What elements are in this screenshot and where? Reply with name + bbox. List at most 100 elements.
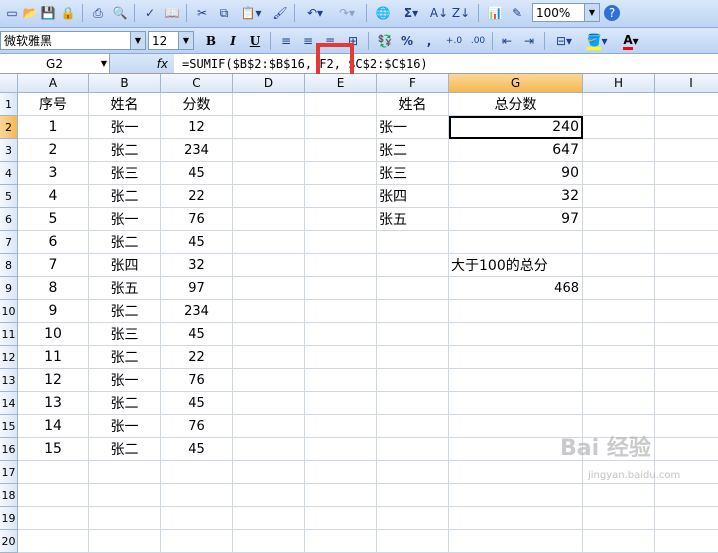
summary-total-cell[interactable]: 647: [449, 139, 583, 162]
bold-button[interactable]: B: [202, 31, 220, 51]
empty-cell[interactable]: [305, 438, 377, 461]
empty-cell[interactable]: [89, 530, 161, 553]
paste-icon[interactable]: 📋▾: [238, 3, 264, 23]
autosum-icon[interactable]: Σ ▾: [398, 3, 424, 23]
permission-icon[interactable]: 🔒: [60, 3, 76, 23]
row-header[interactable]: 4: [0, 162, 18, 185]
comma-button[interactable]: ,: [420, 31, 438, 51]
empty-cell[interactable]: [89, 484, 161, 507]
row-header[interactable]: 18: [0, 484, 18, 507]
empty-cell[interactable]: [655, 415, 718, 438]
undo-icon[interactable]: ↶▾: [302, 3, 328, 23]
empty-cell[interactable]: [583, 254, 655, 277]
table-cell[interactable]: 张二: [89, 300, 161, 323]
spelling-icon[interactable]: ✓: [142, 3, 158, 23]
empty-cell[interactable]: [161, 461, 233, 484]
align-center-icon[interactable]: ≡: [300, 31, 316, 51]
empty-cell[interactable]: [655, 93, 718, 116]
column-header-a[interactable]: A: [18, 74, 89, 92]
table-cell[interactable]: 2: [18, 139, 89, 162]
table-cell[interactable]: 11: [18, 346, 89, 369]
column-header-c[interactable]: C: [161, 74, 233, 92]
summary-header-total[interactable]: 总分数: [449, 93, 583, 116]
empty-cell[interactable]: [583, 208, 655, 231]
empty-cell[interactable]: [449, 392, 583, 415]
empty-cell[interactable]: [233, 254, 305, 277]
row-header[interactable]: 19: [0, 507, 18, 530]
empty-cell[interactable]: [655, 507, 718, 530]
empty-cell[interactable]: [655, 346, 718, 369]
table-cell[interactable]: 8: [18, 277, 89, 300]
empty-cell[interactable]: [449, 369, 583, 392]
empty-cell[interactable]: [161, 530, 233, 553]
font-name-select[interactable]: 微软雅黑 ▼: [0, 31, 146, 50]
empty-cell[interactable]: [377, 461, 449, 484]
table-cell[interactable]: 45: [161, 231, 233, 254]
empty-cell[interactable]: [305, 530, 377, 553]
row-header[interactable]: 12: [0, 346, 18, 369]
underline-button[interactable]: U: [246, 31, 264, 51]
empty-cell[interactable]: [655, 231, 718, 254]
row-header[interactable]: 10: [0, 300, 18, 323]
summary-name-cell[interactable]: 张四: [377, 185, 449, 208]
sort-ascending-icon[interactable]: A↓: [430, 3, 448, 23]
row-header[interactable]: 7: [0, 231, 18, 254]
empty-cell[interactable]: [655, 185, 718, 208]
empty-cell[interactable]: [377, 530, 449, 553]
empty-cell[interactable]: [377, 484, 449, 507]
row-header[interactable]: 13: [0, 369, 18, 392]
empty-cell[interactable]: [233, 369, 305, 392]
align-left-icon[interactable]: ≡: [278, 31, 294, 51]
empty-cell[interactable]: [655, 277, 718, 300]
row-header[interactable]: 14: [0, 392, 18, 415]
print-icon[interactable]: ⎙: [90, 3, 106, 23]
table-cell[interactable]: 张二: [89, 438, 161, 461]
table-cell[interactable]: 76: [161, 369, 233, 392]
summary-name-cell[interactable]: 张三: [377, 162, 449, 185]
row-header[interactable]: 11: [0, 323, 18, 346]
empty-cell[interactable]: [305, 139, 377, 162]
table-cell[interactable]: 14: [18, 415, 89, 438]
empty-cell[interactable]: [233, 507, 305, 530]
empty-cell[interactable]: [583, 231, 655, 254]
empty-cell[interactable]: [233, 277, 305, 300]
empty-cell[interactable]: [655, 254, 718, 277]
empty-cell[interactable]: [377, 300, 449, 323]
hyperlink-icon[interactable]: 🌐: [374, 3, 392, 23]
empty-cell[interactable]: [377, 346, 449, 369]
summary-name-cell[interactable]: 张二: [377, 139, 449, 162]
empty-cell[interactable]: [233, 530, 305, 553]
empty-cell[interactable]: [233, 162, 305, 185]
empty-cell[interactable]: [655, 116, 718, 139]
table-cell[interactable]: 10: [18, 323, 89, 346]
empty-cell[interactable]: [655, 323, 718, 346]
italic-button[interactable]: I: [224, 31, 242, 51]
empty-cell[interactable]: [305, 162, 377, 185]
empty-cell[interactable]: [305, 461, 377, 484]
new-file-icon[interactable]: ▭: [4, 3, 20, 23]
empty-cell[interactable]: [305, 185, 377, 208]
column-header-h[interactable]: H: [583, 74, 655, 92]
empty-cell[interactable]: [377, 277, 449, 300]
empty-cell[interactable]: [377, 438, 449, 461]
empty-cell[interactable]: [161, 484, 233, 507]
copy-icon[interactable]: ⧉: [216, 3, 232, 23]
empty-cell[interactable]: [449, 323, 583, 346]
column-title-cell[interactable]: 分数: [161, 93, 233, 116]
empty-cell[interactable]: [377, 254, 449, 277]
empty-cell[interactable]: [655, 530, 718, 553]
summary-total-cell[interactable]: 90: [449, 162, 583, 185]
empty-cell[interactable]: [305, 93, 377, 116]
percent-button[interactable]: %: [398, 31, 416, 51]
empty-cell[interactable]: [305, 323, 377, 346]
empty-cell[interactable]: [449, 507, 583, 530]
table-cell[interactable]: 张二: [89, 231, 161, 254]
empty-cell[interactable]: [233, 93, 305, 116]
table-cell[interactable]: 22: [161, 346, 233, 369]
empty-cell[interactable]: [583, 346, 655, 369]
column-header-f[interactable]: F: [377, 74, 449, 92]
sort-descending-icon[interactable]: Z↓: [452, 3, 470, 23]
table-cell[interactable]: 6: [18, 231, 89, 254]
table-cell[interactable]: 32: [161, 254, 233, 277]
table-cell[interactable]: 张一: [89, 369, 161, 392]
